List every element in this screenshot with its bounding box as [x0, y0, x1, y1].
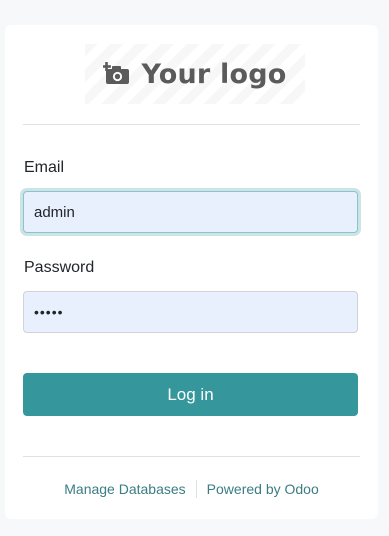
password-input[interactable] — [23, 291, 358, 333]
logo-divider — [23, 124, 360, 125]
footer-links: Manage Databases Powered by Odoo — [5, 480, 378, 498]
email-label: Email — [24, 159, 65, 176]
login-card: Your logo Email Password Log in Manage D… — [5, 25, 378, 519]
powered-by-odoo-link[interactable]: Powered by Odoo — [207, 481, 319, 497]
camera-plus-icon — [102, 62, 131, 86]
email-input[interactable] — [23, 191, 358, 233]
manage-databases-link[interactable]: Manage Databases — [64, 481, 185, 497]
company-logo: Your logo — [85, 44, 305, 104]
footer-divider — [23, 456, 360, 457]
password-label: Password — [24, 259, 95, 276]
footer-separator — [195, 480, 197, 498]
logo-text: Your logo — [141, 58, 287, 90]
login-button[interactable]: Log in — [23, 373, 358, 416]
